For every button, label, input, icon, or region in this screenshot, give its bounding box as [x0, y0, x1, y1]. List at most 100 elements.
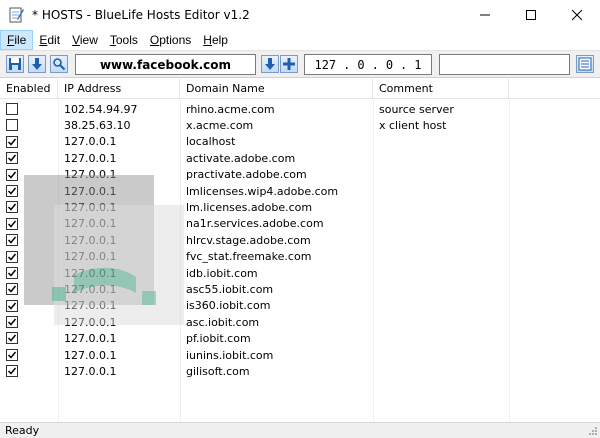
menu-tools[interactable]: Tools: [104, 30, 144, 50]
cell-domain: fvc_stat.freemake.com: [186, 250, 312, 264]
table-row[interactable]: 127.0.0.1 iunins.iobit.com: [0, 347, 600, 363]
cell-domain: asc.iobit.com: [186, 315, 260, 329]
enabled-checkbox[interactable]: [6, 283, 18, 296]
table-row[interactable]: 127.0.0.1 is360.iobit.com: [0, 298, 600, 314]
table-row[interactable]: 102.54.94.97 rhino.acme.com source server: [0, 101, 600, 117]
table-row[interactable]: 127.0.0.1 asc55.iobit.com: [0, 281, 600, 297]
search-icon: [53, 58, 66, 71]
enabled-checkbox[interactable]: [6, 348, 18, 361]
column-domain[interactable]: Domain Name: [180, 79, 373, 99]
table-row[interactable]: 127.0.0.1 na1r.services.adobe.com: [0, 216, 600, 232]
enabled-checkbox[interactable]: [6, 316, 18, 329]
enabled-checkbox[interactable]: [6, 332, 18, 345]
check-icon: [7, 302, 17, 310]
menu-help[interactable]: Help: [197, 30, 234, 50]
column-enabled[interactable]: Enabled: [0, 79, 58, 99]
enabled-checkbox[interactable]: [6, 217, 18, 230]
enabled-checkbox[interactable]: [6, 234, 18, 247]
domain-input[interactable]: www.facebook.com: [75, 54, 256, 75]
enabled-checkbox[interactable]: [6, 184, 18, 197]
enabled-checkbox[interactable]: [6, 168, 18, 181]
column-comment[interactable]: Comment: [373, 79, 509, 99]
menu-options[interactable]: Options: [144, 30, 197, 50]
cell-domain: idb.iobit.com: [186, 266, 258, 280]
table-row[interactable]: 127.0.0.1 idb.iobit.com: [0, 265, 600, 281]
menu-view[interactable]: View: [66, 30, 104, 50]
download-icon: [265, 58, 275, 70]
enabled-checkbox[interactable]: [6, 103, 18, 115]
download-button[interactable]: [28, 55, 46, 73]
table-row[interactable]: 127.0.0.1 asc.iobit.com: [0, 314, 600, 330]
check-icon: [7, 187, 17, 195]
column-header: Enabled IP Address Domain Name Comment: [0, 79, 600, 99]
list-button[interactable]: [576, 55, 594, 73]
table-row[interactable]: 127.0.0.1 lmlicenses.wip4.adobe.com: [0, 183, 600, 199]
cell-domain: is360.iobit.com: [186, 299, 271, 313]
enabled-checkbox[interactable]: [6, 119, 18, 132]
menu-file[interactable]: File: [0, 30, 34, 50]
enabled-checkbox[interactable]: [6, 135, 18, 148]
table-row[interactable]: 127.0.0.1 localhost: [0, 134, 600, 150]
comment-input[interactable]: [439, 54, 570, 75]
resize-grip-icon[interactable]: [588, 426, 598, 436]
enabled-checkbox[interactable]: [6, 365, 18, 378]
cell-ip: 127.0.0.1: [64, 315, 117, 329]
check-icon: [7, 269, 17, 277]
menu-edit[interactable]: Edit: [33, 30, 66, 50]
table-row[interactable]: 38.25.63.10 x.acme.com x client host: [0, 117, 600, 133]
cell-ip: 127.0.0.1: [64, 348, 117, 362]
add-button[interactable]: [280, 55, 298, 73]
add-icon: [283, 58, 295, 70]
cell-domain: activate.adobe.com: [186, 151, 296, 165]
table-row[interactable]: 127.0.0.1 pf.iobit.com: [0, 330, 600, 346]
download-icon: [32, 58, 42, 70]
check-icon: [7, 334, 17, 343]
menu-options-accel: O: [149, 33, 160, 47]
search-button[interactable]: [50, 55, 68, 73]
cell-ip: 127.0.0.1: [64, 201, 117, 215]
check-icon: [7, 138, 17, 146]
cell-ip: 127.0.0.1: [64, 332, 117, 346]
table-row[interactable]: 127.0.0.1 hlrcv.stage.adobe.com: [0, 232, 600, 248]
column-ip[interactable]: IP Address: [58, 79, 180, 99]
check-icon: [7, 154, 17, 162]
check-icon: [7, 367, 17, 375]
cell-ip: 127.0.0.1: [64, 135, 117, 149]
status-text: Ready: [5, 424, 40, 437]
window-title: * HOSTS - BlueLife Hosts Editor v1.2: [32, 8, 250, 22]
ip-octet-1: 127: [314, 57, 337, 72]
menu-tools-label: ools: [115, 33, 138, 47]
enabled-checkbox[interactable]: [6, 299, 18, 312]
table-row[interactable]: 127.0.0.1 lm.licenses.adobe.com: [0, 199, 600, 215]
rows-container: 102.54.94.97 rhino.acme.com source server 3…: [0, 101, 600, 380]
enabled-checkbox[interactable]: [6, 152, 18, 165]
table-row[interactable]: 127.0.0.1 practivate.adobe.com: [0, 167, 600, 183]
download-button-2[interactable]: [261, 55, 279, 73]
minimize-button[interactable]: [462, 0, 508, 30]
hosts-list[interactable]: Enabled IP Address Domain Name Comment 1…: [0, 79, 600, 422]
check-icon: [7, 171, 17, 179]
table-row[interactable]: 127.0.0.1 fvc_stat.freemake.com: [0, 249, 600, 265]
cell-domain: asc55.iobit.com: [186, 282, 274, 296]
check-icon: [7, 203, 17, 211]
cell-ip: 127.0.0.1: [64, 282, 117, 296]
column-filler: [509, 79, 600, 99]
save-button[interactable]: [6, 55, 24, 73]
maximize-icon: [526, 10, 536, 20]
cell-domain: iunins.iobit.com: [186, 348, 274, 362]
menu-view-accel: V: [72, 33, 80, 47]
ip-address-input[interactable]: 127 . 0 . 0 . 1: [304, 54, 432, 75]
maximize-button[interactable]: [508, 0, 554, 30]
menu-file-label: ile: [14, 33, 27, 47]
cell-domain: practivate.adobe.com: [186, 168, 307, 182]
enabled-checkbox[interactable]: [6, 266, 18, 279]
close-button[interactable]: [554, 0, 600, 30]
table-row[interactable]: 127.0.0.1 activate.adobe.com: [0, 150, 600, 166]
cell-domain: na1r.services.adobe.com: [186, 217, 324, 231]
cell-ip: 127.0.0.1: [64, 266, 117, 280]
cell-ip: 127.0.0.1: [64, 217, 117, 231]
enabled-checkbox[interactable]: [6, 201, 18, 214]
table-row[interactable]: 127.0.0.1 gilisoft.com: [0, 363, 600, 379]
cell-domain: hlrcv.stage.adobe.com: [186, 233, 311, 247]
enabled-checkbox[interactable]: [6, 250, 18, 263]
